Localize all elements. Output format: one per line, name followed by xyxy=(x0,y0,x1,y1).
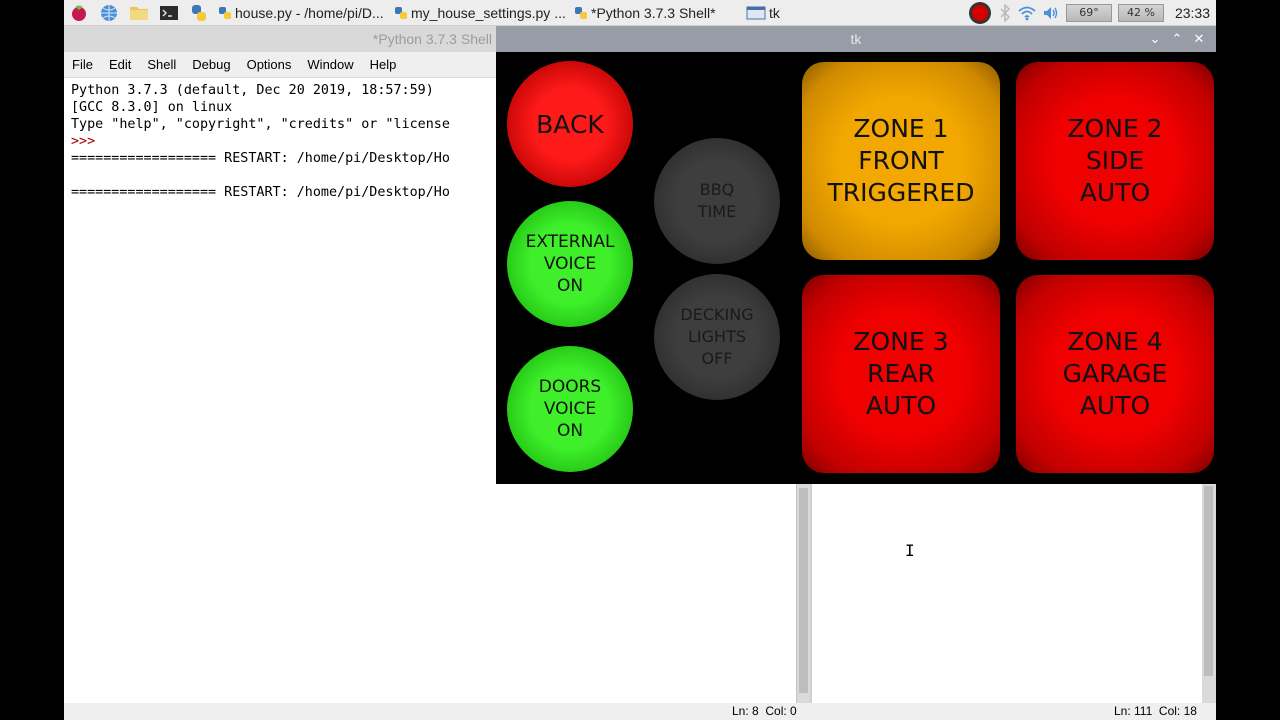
shell-output[interactable]: Python 3.7.3 (default, Dec 20 2019, 18:5… xyxy=(64,78,496,205)
tk-window: tk ⌄ ⌃ ✕ BACK EXTERNAL VOICE ON DOORS VO… xyxy=(496,26,1216,484)
close-icon[interactable]: ✕ xyxy=(1188,31,1210,47)
minimize-icon[interactable]: ⌄ xyxy=(1144,31,1166,47)
desktop: house.py - /home/pi/D... my_house_settin… xyxy=(0,0,1280,720)
status-cursor-position: Ln: 111 Col: 18 xyxy=(1114,704,1197,718)
task-python-shell[interactable]: *Python 3.7.3 Shell* xyxy=(570,1,742,25)
external-voice-button[interactable]: EXTERNAL VOICE ON xyxy=(507,201,633,327)
record-icon[interactable] xyxy=(968,0,992,26)
zone-3-label: ZONE 3 REAR AUTO xyxy=(853,327,949,420)
python-file-icon xyxy=(574,6,588,20)
scrollbar[interactable] xyxy=(1202,484,1216,703)
scrollbar-thumb[interactable] xyxy=(1204,486,1213,676)
back-button[interactable]: BACK xyxy=(507,61,633,187)
task-label: tk xyxy=(769,4,780,21)
menu-options[interactable]: Options xyxy=(239,57,300,72)
temperature-monitor: 69° xyxy=(1065,3,1112,22)
task-house-py[interactable]: house.py - /home/pi/D... xyxy=(214,1,390,25)
shell-line: [GCC 8.3.0] on linux xyxy=(71,100,233,115)
web-browser-icon[interactable] xyxy=(94,0,124,26)
file-manager-icon[interactable] xyxy=(124,0,154,26)
zone-4-label: ZONE 4 GARAGE AUTO xyxy=(1062,327,1168,420)
scrollbar[interactable] xyxy=(796,484,810,703)
bbq-time-label: BBQ TIME xyxy=(697,180,737,221)
taskbar: house.py - /home/pi/D... my_house_settin… xyxy=(64,0,1216,26)
doors-voice-label: DOORS VOICE ON xyxy=(538,377,602,441)
python-shell-window: *Python 3.7.3 Shell File Edit Shell Debu… xyxy=(64,26,496,720)
zone-3-button[interactable]: ZONE 3 REAR AUTO xyxy=(802,275,1000,473)
bluetooth-icon[interactable] xyxy=(998,0,1012,26)
maximize-icon[interactable]: ⌃ xyxy=(1166,31,1188,47)
external-voice-label: EXTERNAL VOICE ON xyxy=(525,232,615,296)
back-label: BACK xyxy=(536,109,604,139)
tk-title: tk xyxy=(850,31,862,47)
text-cursor-icon: I xyxy=(905,541,915,560)
system-tray: 69° 42 % 23:33 xyxy=(965,0,1216,26)
zone-4-button[interactable]: ZONE 4 GARAGE AUTO xyxy=(1016,275,1214,473)
terminal-icon[interactable] xyxy=(154,0,184,26)
zone-2-button[interactable]: ZONE 2 SIDE AUTO xyxy=(1016,62,1214,260)
status-cursor-position: Ln: 8 Col: 0 xyxy=(732,704,797,718)
menu-window[interactable]: Window xyxy=(299,57,361,72)
scrollbar-thumb[interactable] xyxy=(799,488,808,693)
shell-line: Python 3.7.3 (default, Dec 20 2019, 18:5… xyxy=(71,83,434,98)
decking-lights-button[interactable]: DECKING LIGHTS OFF xyxy=(654,274,780,400)
volume-icon[interactable] xyxy=(1042,0,1060,26)
menu-help[interactable]: Help xyxy=(362,57,405,72)
shell-prompt: >>> xyxy=(71,134,96,149)
tk-titlebar: tk ⌄ ⌃ ✕ xyxy=(496,26,1216,52)
python-file-icon xyxy=(394,6,408,20)
shell-line: ================== RESTART: /home/pi/Des… xyxy=(71,185,450,200)
editor-pane[interactable] xyxy=(496,484,796,703)
cpu-monitor: 42 % xyxy=(1117,3,1164,22)
task-tk[interactable]: tk xyxy=(742,1,802,25)
python-file-icon xyxy=(218,6,232,20)
task-label: house.py - /home/pi/D... xyxy=(235,4,384,21)
status-bar: Ln: 8 Col: 0 Ln: 111 Col: 18 xyxy=(64,703,1216,720)
shell-line: Type "help", "copyright", "credits" or "… xyxy=(71,117,450,132)
task-label: my_house_settings.py ... xyxy=(411,4,566,21)
window-icon xyxy=(746,6,766,20)
bbq-time-button[interactable]: BBQ TIME xyxy=(654,138,780,264)
python-icon[interactable] xyxy=(184,0,214,26)
wifi-icon[interactable] xyxy=(1018,0,1036,26)
task-label: *Python 3.7.3 Shell* xyxy=(591,4,716,21)
shell-title: *Python 3.7.3 Shell xyxy=(64,26,496,52)
menu-edit[interactable]: Edit xyxy=(101,57,139,72)
editor-pane[interactable] xyxy=(810,484,1202,703)
shell-menubar: File Edit Shell Debug Options Window Hel… xyxy=(64,52,496,78)
menu-debug[interactable]: Debug xyxy=(184,57,238,72)
zone-2-label: ZONE 2 SIDE AUTO xyxy=(1067,114,1163,207)
raspberry-menu-icon[interactable] xyxy=(64,0,94,26)
shell-line: ================== RESTART: /home/pi/Des… xyxy=(71,151,450,166)
clock[interactable]: 23:33 xyxy=(1175,5,1210,21)
zone-1-button[interactable]: ZONE 1 FRONT TRIGGERED xyxy=(802,62,1000,260)
task-settings-py[interactable]: my_house_settings.py ... xyxy=(390,1,570,25)
menu-shell[interactable]: Shell xyxy=(139,57,184,72)
zone-1-label: ZONE 1 FRONT TRIGGERED xyxy=(827,114,975,207)
decking-lights-label: DECKING LIGHTS OFF xyxy=(680,305,754,368)
menu-file[interactable]: File xyxy=(64,57,101,72)
doors-voice-button[interactable]: DOORS VOICE ON xyxy=(507,346,633,472)
